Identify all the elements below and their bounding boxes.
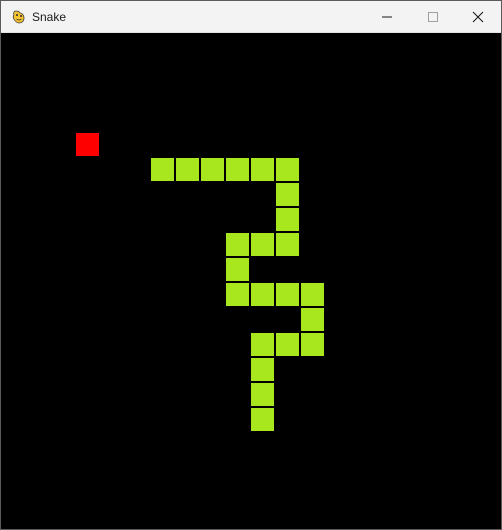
snake-segment <box>251 333 274 356</box>
snake-segment <box>226 283 249 306</box>
snake-segment <box>251 358 274 381</box>
window-title: Snake <box>32 10 67 24</box>
snake-segment <box>251 158 274 181</box>
snake-segment <box>226 233 249 256</box>
snake-segment <box>226 258 249 281</box>
maximize-button[interactable] <box>410 1 456 32</box>
snake-segment <box>251 383 274 406</box>
snake-segment <box>251 283 274 306</box>
snake-segment <box>176 158 199 181</box>
close-button[interactable] <box>455 1 501 32</box>
snake-segment <box>201 158 224 181</box>
snake-segment <box>276 208 299 231</box>
snake-segment <box>276 283 299 306</box>
snake-segment <box>251 233 274 256</box>
snake-segment <box>276 333 299 356</box>
snake-segment <box>276 158 299 181</box>
snake-segment <box>276 233 299 256</box>
snake-segment <box>301 283 324 306</box>
title-bar[interactable]: Snake <box>1 1 501 33</box>
close-icon <box>472 11 484 22</box>
snake-head-segment <box>151 158 174 181</box>
snake-tail-segment <box>251 408 274 431</box>
maximize-icon <box>428 11 438 22</box>
food-apple <box>76 133 99 156</box>
game-window: Snake <box>0 0 502 530</box>
minimize-icon <box>382 16 392 17</box>
minimize-button[interactable] <box>364 1 410 32</box>
snake-segment <box>276 183 299 206</box>
game-board[interactable] <box>1 33 501 529</box>
snake-segment <box>301 308 324 331</box>
pygame-snake-icon <box>12 10 25 24</box>
snake-segment <box>226 158 249 181</box>
snake-segment <box>301 333 324 356</box>
